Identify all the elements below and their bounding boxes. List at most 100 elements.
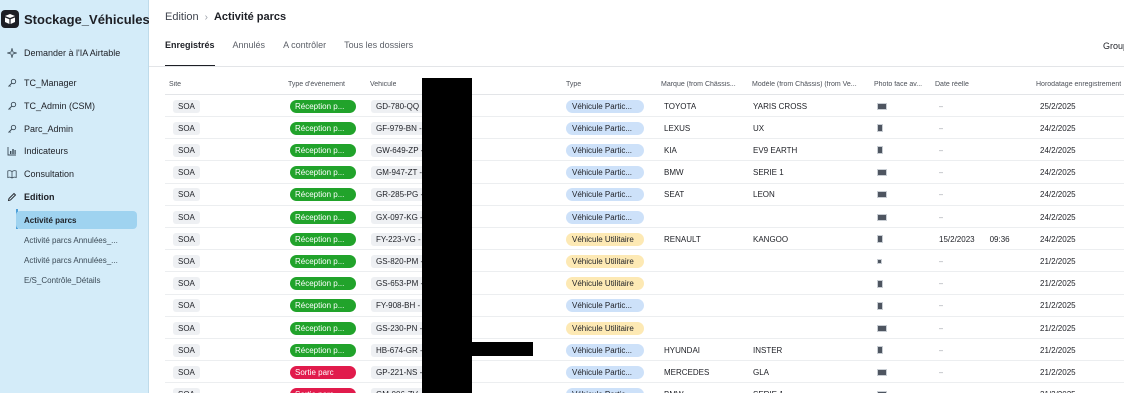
table-row[interactable]: SOA Réception p... GM-947-ZT - Véhicule Par… xyxy=(165,162,1124,184)
site-cell[interactable]: SOA xyxy=(173,273,200,295)
model-cell[interactable]: KANGOO xyxy=(753,228,788,250)
vehicle-cell[interactable]: GS-653-PM - xyxy=(371,273,429,295)
vehicle-cell[interactable]: GM-947-ZT - xyxy=(371,162,428,184)
date-cell[interactable]: – xyxy=(939,295,943,317)
photo-thumbnail-icon[interactable] xyxy=(877,324,887,332)
timestamp-cell[interactable]: 24/2/2025 xyxy=(1040,139,1076,161)
event-type-cell[interactable]: Réception p... xyxy=(290,206,356,228)
timestamp-cell[interactable]: 21/2/2025 xyxy=(1040,317,1076,339)
photo-thumbnail-icon[interactable] xyxy=(877,258,882,264)
event-type-cell[interactable]: Sortie parc xyxy=(290,361,356,383)
tab-tous-les-dossiers[interactable]: Tous les dossiers xyxy=(344,40,413,67)
vehicle-cell[interactable]: FY-908-BH - xyxy=(371,295,426,317)
table-row[interactable]: SOA Sortie parc GM-006-ZV - Véhicule Partic… xyxy=(165,384,1124,393)
site-cell[interactable]: SOA xyxy=(173,339,200,361)
brand-cell[interactable]: HYUNDAI xyxy=(664,339,700,361)
date-cell[interactable]: – xyxy=(939,250,943,272)
table-row[interactable]: SOA Sortie parc GP-221-NS - Véhicule Partic… xyxy=(165,361,1124,384)
table-row[interactable]: SOA Réception p... GF-979-BN - Véhicule Par… xyxy=(165,117,1124,140)
type-cell[interactable]: Véhicule Partic... xyxy=(566,139,644,161)
column-header-date[interactable]: Date réelle xyxy=(935,81,969,88)
date-cell[interactable]: – xyxy=(939,384,943,393)
site-cell[interactable]: SOA xyxy=(173,228,200,250)
type-cell[interactable]: Véhicule Utilitaire xyxy=(566,250,644,272)
column-header-model[interactable]: Modèle (from Châssis) (from Ve... xyxy=(752,81,864,88)
vehicle-cell[interactable]: GF-979-BN - xyxy=(371,117,427,139)
date-cell[interactable]: – xyxy=(939,139,943,161)
sidebar-item-tc-manager[interactable]: TC_Manager xyxy=(0,73,149,93)
date-cell[interactable]: – xyxy=(939,95,943,117)
sidebar-item-indicateurs[interactable]: Indicateurs xyxy=(0,141,149,161)
date-cell[interactable]: – xyxy=(939,162,943,184)
event-type-cell[interactable]: Réception p... xyxy=(290,139,356,161)
model-cell[interactable]: YARIS CROSS xyxy=(753,95,807,117)
model-cell[interactable]: UX xyxy=(753,117,764,139)
timestamp-cell[interactable]: 24/2/2025 xyxy=(1040,228,1076,250)
photo-cell[interactable] xyxy=(877,250,882,272)
photo-cell[interactable] xyxy=(877,162,887,184)
photo-cell[interactable] xyxy=(877,139,883,161)
site-cell[interactable]: SOA xyxy=(173,295,200,317)
timestamp-cell[interactable]: 21/2/2025 xyxy=(1040,250,1076,272)
table-row[interactable]: SOA Réception p... GX-097-KG - Véhicule Par… xyxy=(165,206,1124,228)
sidebar-subitem-annulees-1[interactable]: Activité parcs Annulées_... xyxy=(16,231,137,249)
site-cell[interactable]: SOA xyxy=(173,117,200,139)
vehicle-cell[interactable]: GR-285-PG - xyxy=(371,184,429,206)
column-header-event-type[interactable]: Type d'évènement xyxy=(288,81,345,88)
column-header-photo[interactable]: Photo face av... xyxy=(874,81,930,88)
brand-cell[interactable]: LEXUS xyxy=(664,117,690,139)
type-cell[interactable]: Véhicule Utilitaire xyxy=(566,317,644,339)
timestamp-cell[interactable]: 24/2/2025 xyxy=(1040,206,1076,228)
event-type-cell[interactable]: Réception p... xyxy=(290,317,356,339)
photo-cell[interactable] xyxy=(877,117,883,139)
timestamp-cell[interactable]: 21/2/2025 xyxy=(1040,384,1076,393)
photo-cell[interactable] xyxy=(877,339,883,361)
event-type-cell[interactable]: Réception p... xyxy=(290,117,356,139)
type-cell[interactable]: Véhicule Partic... xyxy=(566,295,644,317)
model-cell[interactable]: EV9 EARTH xyxy=(753,139,797,161)
photo-cell[interactable] xyxy=(877,95,887,117)
photo-thumbnail-icon[interactable] xyxy=(877,124,883,133)
photo-thumbnail-icon[interactable] xyxy=(877,191,887,199)
timestamp-cell[interactable]: 21/2/2025 xyxy=(1040,339,1076,361)
type-cell[interactable]: Véhicule Utilitaire xyxy=(566,228,644,250)
vehicle-cell[interactable]: GD-780-QQ xyxy=(371,95,425,117)
vehicle-cell[interactable]: GX-097-KG - xyxy=(371,206,428,228)
vehicle-cell[interactable]: HB-674-GR - xyxy=(371,339,428,361)
tab-annules[interactable]: Annulés xyxy=(233,40,266,67)
tab-a-controler[interactable]: A contrôler xyxy=(283,40,326,67)
ask-ai-button[interactable]: Demander à l'IA Airtable xyxy=(0,43,149,63)
vehicle-cell[interactable]: GS-820-PM - xyxy=(371,250,429,272)
date-cell[interactable]: – xyxy=(939,184,943,206)
brand-cell[interactable]: MERCEDES xyxy=(664,361,709,383)
photo-cell[interactable] xyxy=(877,384,887,393)
brand-cell[interactable]: KIA xyxy=(664,139,677,161)
event-type-cell[interactable]: Réception p... xyxy=(290,184,356,206)
table-row[interactable]: SOA Réception p... FY-908-BH - Véhicule Par… xyxy=(165,295,1124,317)
type-cell[interactable]: Véhicule Partic... xyxy=(566,95,644,117)
model-cell[interactable]: GLA xyxy=(753,361,769,383)
site-cell[interactable]: SOA xyxy=(173,162,200,184)
date-cell[interactable]: – xyxy=(939,339,943,361)
model-cell[interactable]: SERIE 1 xyxy=(753,162,784,184)
table-row[interactable]: SOA Réception p... HB-674-GR - Véhicule Par… xyxy=(165,339,1124,362)
column-header-brand[interactable]: Marque (from Châssis... xyxy=(661,81,745,88)
event-type-cell[interactable]: Réception p... xyxy=(290,339,356,361)
table-row[interactable]: SOA Réception p... GS-820-PM - Véhicule Uti… xyxy=(165,250,1124,273)
timestamp-cell[interactable]: 25/2/2025 xyxy=(1040,95,1076,117)
table-row[interactable]: SOA Réception p... FY-223-VG - Véhicule Uti… xyxy=(165,228,1124,251)
timestamp-cell[interactable]: 21/2/2025 xyxy=(1040,295,1076,317)
photo-cell[interactable] xyxy=(877,361,887,383)
photo-cell[interactable] xyxy=(877,295,883,317)
event-type-cell[interactable]: Réception p... xyxy=(290,162,356,184)
column-header-timestamp[interactable]: Horodatage enregistrement xyxy=(1036,81,1121,88)
date-cell[interactable]: 15/2/2023 09:36 xyxy=(939,228,1010,250)
date-cell[interactable]: – xyxy=(939,361,943,383)
photo-thumbnail-icon[interactable] xyxy=(877,213,887,221)
sidebar-item-consultation[interactable]: Consultation xyxy=(0,164,149,184)
photo-thumbnail-icon[interactable] xyxy=(877,301,883,310)
brand-cell[interactable]: BMW xyxy=(664,162,684,184)
table-row[interactable]: SOA Réception p... GW-649-ZP - Véhicule Par… xyxy=(165,139,1124,162)
brand-cell[interactable]: TOYOTA xyxy=(664,95,696,117)
sidebar-item-parc-admin[interactable]: Parc_Admin xyxy=(0,119,149,139)
